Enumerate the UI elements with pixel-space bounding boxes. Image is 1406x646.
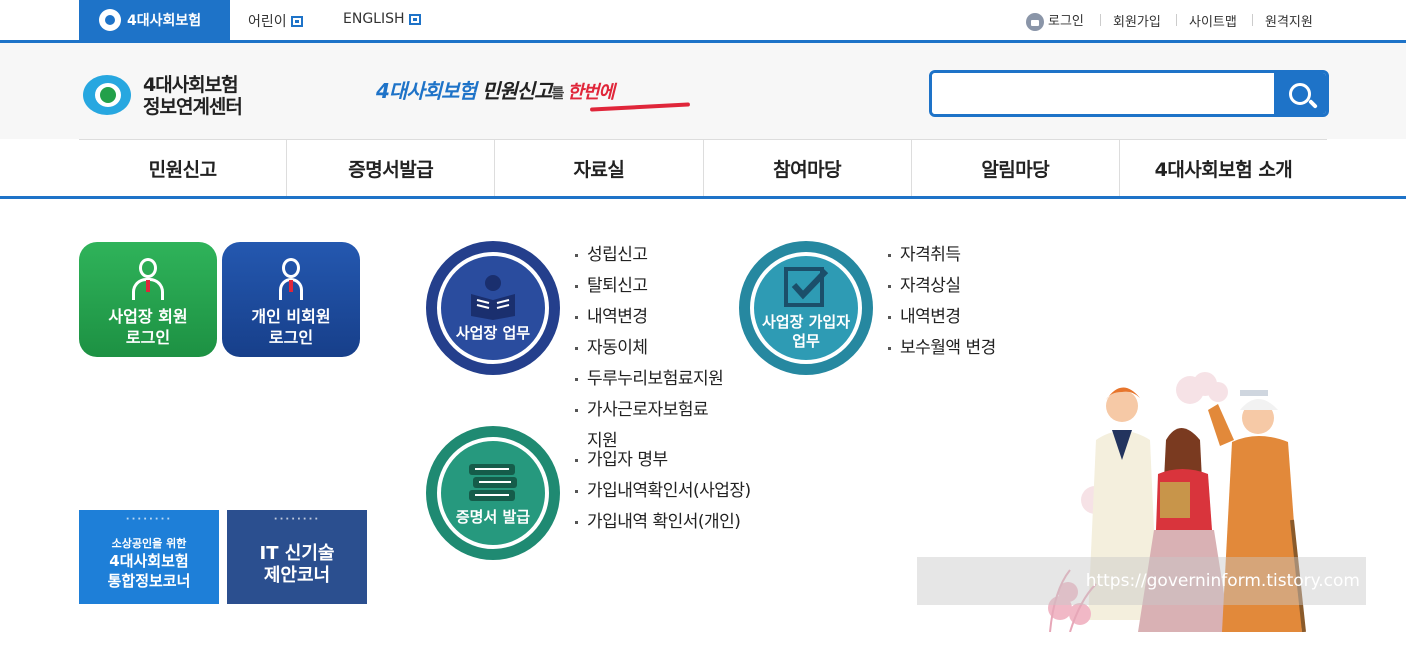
slogan-part1: 4대사회보험 bbox=[376, 79, 477, 103]
subscriber-work-menu: 자격취득 자격상실 내역변경 보수월액 변경 bbox=[888, 244, 996, 368]
business-work-circle[interactable]: 사업장 업무 bbox=[426, 241, 560, 375]
watermark: https://governinform.tistory.com bbox=[917, 557, 1366, 605]
brand-logo-icon bbox=[99, 9, 121, 31]
smb-banner-line1: 4대사회보험 bbox=[109, 552, 189, 570]
logo-line1: 4대사회보험 bbox=[143, 74, 239, 96]
remote-support-link[interactable]: 원격지원 bbox=[1265, 11, 1313, 30]
menu-item[interactable]: 자동이체 bbox=[575, 337, 723, 368]
books-stack-icon bbox=[469, 463, 517, 501]
menu-item[interactable]: 가입내역 확인서(개인) bbox=[575, 511, 751, 542]
it-proposal-banner[interactable]: ········ IT 신기술 제안코너 bbox=[227, 510, 367, 604]
join-link[interactable]: 회원가입 bbox=[1113, 11, 1161, 30]
slogan-part3: 를 bbox=[551, 86, 568, 102]
it-banner-line2: 제안코너 bbox=[263, 565, 331, 586]
search-button[interactable] bbox=[1274, 73, 1326, 114]
search-icon bbox=[1289, 82, 1311, 105]
subscriber-work-circle[interactable]: 사업장 가입자 업무 bbox=[739, 241, 873, 375]
subscriber-work-title2: 업무 bbox=[792, 332, 820, 350]
smb-banner-small: 소상공인을 위한 bbox=[111, 537, 187, 550]
slogan-part4: 한번에 bbox=[567, 82, 615, 103]
english-link-label: ENGLISH bbox=[343, 11, 405, 27]
menu-item[interactable]: 자격취득 bbox=[888, 244, 996, 275]
menu-item[interactable]: 성립신고 bbox=[575, 244, 723, 275]
menu-item[interactable]: 보수월액 변경 bbox=[888, 337, 996, 368]
search-input[interactable] bbox=[932, 73, 1276, 114]
business-work-title: 사업장 업무 bbox=[455, 323, 531, 342]
lock-icon bbox=[1026, 12, 1044, 31]
nav-about[interactable]: 4대사회보험 소개 bbox=[1118, 140, 1327, 197]
login-link[interactable]: 로그인 bbox=[1026, 10, 1084, 31]
business-login-button[interactable]: 사업장 회원 로그인 bbox=[79, 242, 217, 357]
menu-item-continuation[interactable]: 지원 bbox=[575, 430, 723, 451]
business-login-line1: 사업장 회원 bbox=[108, 307, 188, 326]
nav-notice[interactable]: 알림마당 bbox=[910, 140, 1119, 197]
menu-item[interactable]: 가입내역확인서(사업장) bbox=[575, 480, 751, 511]
nav-library[interactable]: 자료실 bbox=[494, 140, 702, 197]
emblem-icon bbox=[83, 71, 133, 121]
personal-login-button[interactable]: 개인 비회원 로그인 bbox=[222, 242, 360, 357]
new-window-icon bbox=[408, 13, 421, 25]
subscriber-work-title1: 사업장 가입자 bbox=[761, 313, 851, 331]
menu-item[interactable]: 가입자 명부 bbox=[575, 449, 751, 480]
personal-login-line2: 로그인 bbox=[268, 328, 314, 347]
logo-line2: 정보연계센터 bbox=[143, 96, 243, 118]
english-link[interactable]: ENGLISH bbox=[343, 11, 421, 27]
top-utility-bar: 4대사회보험 어린이 ENGLISH 로그인 회원가입 사이트맵 원격지원 bbox=[0, 0, 1406, 43]
nav-certificate[interactable]: 증명서발급 bbox=[286, 140, 494, 197]
reading-person-icon bbox=[471, 274, 515, 320]
checkbox-icon bbox=[784, 267, 829, 307]
slogan-part2: 민원신고 bbox=[475, 79, 553, 103]
brand-tab-label: 4대사회보험 bbox=[127, 13, 202, 29]
kids-link-label: 어린이 bbox=[248, 14, 287, 30]
site-logo-text: 4대사회보험 정보연계센터 bbox=[143, 74, 243, 118]
banner-dots: ········ bbox=[125, 514, 173, 525]
it-banner-line1: IT 신기술 bbox=[259, 543, 335, 564]
smb-info-banner[interactable]: ········ 소상공인을 위한 4대사회보험 통합정보코너 bbox=[79, 510, 219, 604]
certificate-circle[interactable]: 증명서 발급 bbox=[426, 426, 560, 560]
menu-item[interactable]: 내역변경 bbox=[575, 306, 723, 337]
nav-participation[interactable]: 참여마당 bbox=[702, 140, 911, 197]
main-nav: 민원신고 증명서발급 자료실 참여마당 알림마당 4대사회보험 소개 bbox=[79, 139, 1327, 197]
new-window-icon bbox=[290, 15, 303, 27]
business-user-icon bbox=[126, 256, 170, 302]
personal-login-line1: 개인 비회원 bbox=[251, 307, 331, 326]
nav-bottom-line bbox=[0, 196, 1406, 199]
certificate-menu: 가입자 명부 가입내역확인서(사업장) 가입내역 확인서(개인) bbox=[575, 449, 751, 542]
menu-item[interactable]: 가사근로자보험료 bbox=[575, 399, 723, 430]
slogan: 4대사회보험 민원신고를 한번에 bbox=[376, 75, 615, 104]
menu-item[interactable]: 자격상실 bbox=[888, 275, 996, 306]
menu-item[interactable]: 두루누리보험료지원 bbox=[575, 368, 724, 399]
kids-link[interactable]: 어린이 bbox=[248, 11, 303, 31]
brand-tab[interactable]: 4대사회보험 bbox=[79, 0, 230, 40]
business-work-menu: 성립신고 탈퇴신고 내역변경 자동이체 두루누리보험료지원 가사근로자보험료 지… bbox=[575, 244, 724, 451]
site-header: 4대사회보험 정보연계센터 4대사회보험 민원신고를 한번에 bbox=[0, 43, 1406, 139]
smb-banner-line2: 통합정보코너 bbox=[107, 572, 191, 590]
search-box bbox=[929, 70, 1329, 117]
nav-civil-report[interactable]: 민원신고 bbox=[79, 140, 286, 197]
divider bbox=[1176, 14, 1177, 26]
divider bbox=[1252, 14, 1253, 26]
banner-dots: ········ bbox=[273, 514, 321, 525]
menu-item[interactable]: 내역변경 bbox=[888, 306, 996, 337]
personal-user-icon bbox=[269, 256, 313, 302]
menu-item[interactable]: 탈퇴신고 bbox=[575, 275, 723, 306]
divider bbox=[1100, 14, 1101, 26]
sitemap-link[interactable]: 사이트맵 bbox=[1189, 11, 1237, 30]
login-label: 로그인 bbox=[1048, 14, 1084, 29]
business-login-line2: 로그인 bbox=[125, 328, 171, 347]
site-logo[interactable]: 4대사회보험 정보연계센터 bbox=[83, 71, 243, 121]
certificate-title: 증명서 발급 bbox=[455, 507, 531, 526]
